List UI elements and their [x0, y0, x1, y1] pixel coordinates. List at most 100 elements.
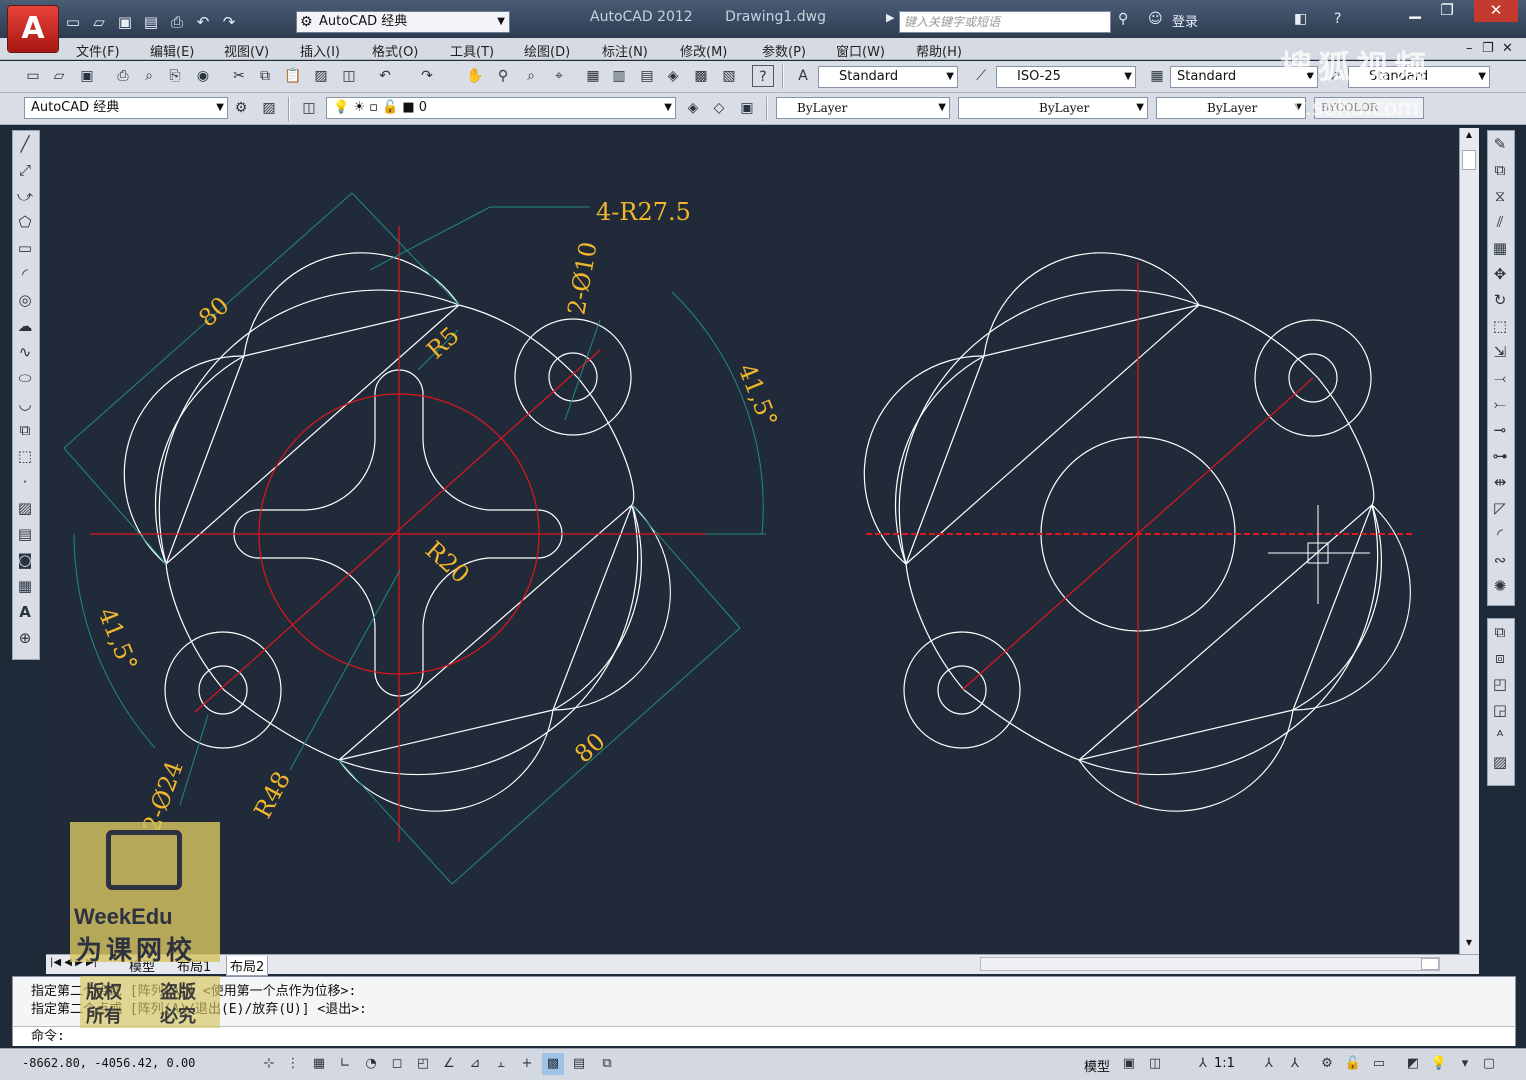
annotation-scale-icon[interactable]: ⅄ — [1192, 1053, 1214, 1075]
menu-modify[interactable]: 修改(M) — [680, 41, 727, 60]
undo-icon[interactable]: ↶ — [192, 11, 214, 33]
region-icon[interactable]: ◙ — [13, 547, 37, 573]
text-style-icon[interactable]: A — [792, 65, 814, 87]
rectangle-icon[interactable]: ▭ — [13, 235, 37, 261]
send-to-back-icon[interactable]: ⧈ — [1488, 645, 1512, 671]
object-snap-icon[interactable]: ◻ — [386, 1053, 408, 1075]
table-icon[interactable]: ▦ — [13, 573, 37, 599]
coordinate-readout[interactable]: -8662.80, -4056.42, 0.00 — [22, 1056, 195, 1070]
new-icon[interactable]: ▭ — [62, 11, 84, 33]
array-icon[interactable]: ▦ — [1488, 235, 1512, 261]
object-snap-tracking-icon[interactable]: ∠ — [438, 1053, 460, 1075]
app-menu-button[interactable]: A — [8, 6, 58, 52]
bulb-icon[interactable]: 💡 — [1428, 1053, 1450, 1075]
model-space-label[interactable]: 模型 — [1084, 1056, 1110, 1075]
polar-tracking-icon[interactable]: ◔ — [360, 1053, 382, 1075]
menu-draw[interactable]: 绘图(D) — [524, 41, 570, 60]
3d-osnap-icon[interactable]: ◰ — [412, 1053, 434, 1075]
menu-help[interactable]: 帮助(H) — [916, 41, 962, 60]
workspace-switching-icon[interactable]: ⚙ — [1316, 1053, 1338, 1075]
copy-object-icon[interactable]: ⧉ — [1488, 157, 1512, 183]
rotate-icon[interactable]: ↻ — [1488, 287, 1512, 313]
open-icon[interactable]: ▱ — [48, 65, 70, 87]
extend-icon[interactable]: ⤚ — [1488, 391, 1512, 417]
annotation-scale-value[interactable]: 1:1 — [1214, 1056, 1235, 1071]
scroll-up-icon[interactable]: ▲ — [1462, 130, 1476, 142]
revision-cloud-icon[interactable]: ☁ — [13, 313, 37, 339]
scale-icon[interactable]: ⬚ — [1488, 313, 1512, 339]
linetype-dropdown[interactable]: ByLayer ▼ — [958, 97, 1148, 119]
command-input[interactable]: 命令: — [13, 1026, 1515, 1046]
explode-icon[interactable]: ✺ — [1488, 573, 1512, 599]
doc-minimize-button[interactable]: – — [1466, 41, 1473, 56]
bring-to-front-icon[interactable]: ⧉ — [1488, 619, 1512, 645]
help-icon[interactable]: ? — [1334, 11, 1341, 27]
workspace-toolbar-dropdown[interactable]: AutoCAD 经典 ▼ — [24, 97, 228, 119]
annotation-visibility-icon[interactable]: ⅄ — [1258, 1053, 1280, 1075]
blend-curves-icon[interactable]: ∾ — [1488, 547, 1512, 573]
maximize-button[interactable]: ❐ — [1430, 0, 1464, 22]
line-icon[interactable]: ╱ — [13, 131, 37, 157]
break-at-point-icon[interactable]: ⊸ — [1488, 417, 1512, 443]
hardware-acceleration-icon[interactable]: ▭ — [1368, 1053, 1390, 1075]
quick-view-drawings-icon[interactable]: ◫ — [1144, 1053, 1166, 1075]
open-icon[interactable]: ▱ — [88, 11, 110, 33]
design-center-icon[interactable]: ▥ — [608, 65, 630, 87]
menu-dimension[interactable]: 标注(N) — [602, 41, 648, 60]
user-icon[interactable]: ☺ — [1148, 11, 1163, 27]
lineweight-dropdown[interactable]: ByLayer ▼ — [1156, 97, 1306, 119]
copy-icon[interactable]: ⧉ — [254, 65, 276, 87]
chamfer-icon[interactable]: ◸ — [1488, 495, 1512, 521]
ellipse-icon[interactable]: ⬭ — [13, 365, 37, 391]
polyline-icon[interactable]: ⤻ — [13, 183, 37, 209]
snap-mode-icon[interactable]: ⋮ — [282, 1053, 304, 1075]
help-icon[interactable]: ? — [752, 65, 774, 87]
ellipse-arc-icon[interactable]: ◡ — [13, 391, 37, 417]
hatch-back-icon[interactable]: ▨ — [1488, 749, 1512, 775]
match-properties-icon[interactable]: ▨ — [310, 65, 332, 87]
quick-properties-icon[interactable]: ▤ — [568, 1053, 590, 1075]
qnew-icon[interactable]: ▭ — [22, 65, 44, 87]
scroll-thumb[interactable] — [1421, 958, 1439, 970]
fillet-icon[interactable]: ◜ — [1488, 521, 1512, 547]
make-current-layer-icon[interactable]: ◈ — [682, 97, 704, 119]
point-icon[interactable]: · — [13, 469, 37, 495]
drawing-canvas[interactable]: 4-R27.5 80 2-Ø10 R5 41,5° R20 41,5° 80 2… — [46, 128, 1459, 954]
properties-icon[interactable]: ▦ — [582, 65, 604, 87]
transparency-icon[interactable]: ▩ — [542, 1053, 564, 1075]
binoculars-icon[interactable]: ⚲ — [1118, 11, 1128, 27]
horizontal-scrollbar[interactable] — [980, 957, 1440, 971]
arc-icon[interactable]: ◜ — [13, 261, 37, 287]
menu-insert[interactable]: 插入(I) — [300, 41, 340, 60]
menu-file[interactable]: 文件(F) — [76, 41, 120, 60]
scroll-down-icon[interactable]: ▼ — [1462, 938, 1476, 950]
paste-icon[interactable]: 📋 — [282, 65, 304, 87]
auto-scale-icon[interactable]: ⅄ — [1284, 1053, 1306, 1075]
dynamic-ucs-icon[interactable]: ⊿ — [464, 1053, 486, 1075]
layer-state-icon[interactable]: ▣ — [736, 97, 758, 119]
search-input[interactable]: 键入关键字或短语 — [899, 11, 1111, 33]
menu-tools[interactable]: 工具(T) — [450, 41, 494, 60]
minimize-button[interactable]: ▁ — [1398, 0, 1432, 22]
doc-close-button[interactable]: ✕ — [1502, 41, 1513, 56]
zoom-realtime-icon[interactable]: ⚲ — [492, 65, 514, 87]
construction-line-icon[interactable]: ⤢ — [13, 157, 37, 183]
status-menu-icon[interactable]: ▾ — [1454, 1053, 1476, 1075]
join-icon[interactable]: ⇹ — [1488, 469, 1512, 495]
plot-icon[interactable]: ⎙ — [112, 65, 134, 87]
tab-layout2[interactable]: 布局2 — [226, 956, 269, 976]
clean-screen-icon[interactable]: ▢ — [1478, 1053, 1500, 1075]
markup-icon[interactable]: ▩ — [690, 65, 712, 87]
menu-edit[interactable]: 编辑(E) — [150, 41, 194, 60]
vertical-scrollbar[interactable]: ▲ ▼ — [1459, 128, 1479, 954]
circle-icon[interactable]: ◎ — [13, 287, 37, 313]
polygon-icon[interactable]: ⬠ — [13, 209, 37, 235]
hatch-icon[interactable]: ▨ — [13, 495, 37, 521]
block-editor-icon[interactable]: ◫ — [338, 65, 360, 87]
menu-format[interactable]: 格式(O) — [372, 41, 418, 60]
infer-constraints-icon[interactable]: ⊹ — [258, 1053, 280, 1075]
pan-icon[interactable]: ✋ — [464, 65, 486, 87]
ortho-mode-icon[interactable]: ∟ — [334, 1053, 356, 1075]
make-block-icon[interactable]: ⬚ — [13, 443, 37, 469]
workspace-settings-icon[interactable]: ⚙ — [230, 97, 252, 119]
